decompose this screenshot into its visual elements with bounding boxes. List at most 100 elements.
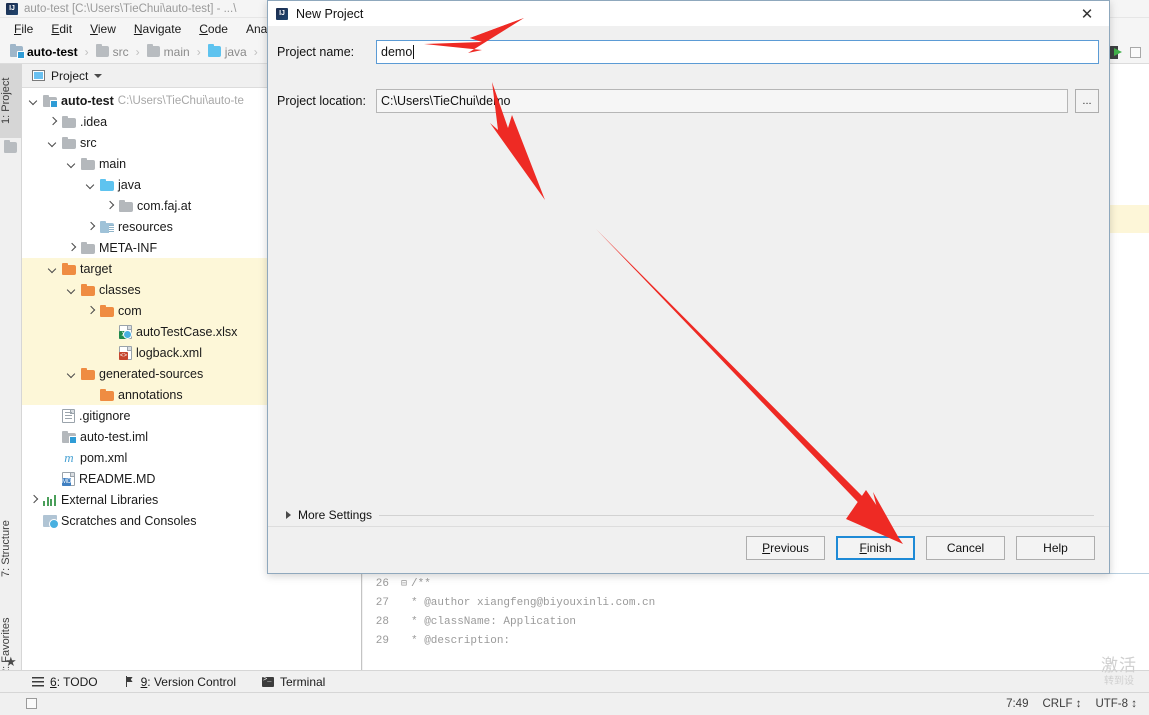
breadcrumb-item-auto-test[interactable]: auto-test: [6, 44, 82, 60]
line-number: 29: [375, 634, 389, 647]
new-project-dialog: New Project ✕ Project name: demo Project…: [267, 0, 1110, 574]
breadcrumb-item-src[interactable]: src: [92, 44, 133, 60]
bottom-tab-terminal[interactable]: Terminal: [262, 675, 325, 689]
chevron-down-icon[interactable]: [47, 137, 58, 148]
menu-item-edit[interactable]: Edit: [43, 20, 80, 38]
toolbar-button-icon[interactable]: [1130, 46, 1141, 58]
breadcrumb-separator-icon: ›: [135, 44, 140, 59]
line-number: 28: [375, 615, 389, 628]
chevron-down-icon[interactable]: [66, 158, 77, 169]
code-fold-icon[interactable]: ⊟: [397, 578, 411, 590]
star-icon: ★: [5, 654, 17, 669]
project-view-icon: [32, 70, 45, 81]
chevron-right-icon[interactable]: [47, 116, 58, 127]
caret-position[interactable]: 7:49: [1006, 698, 1028, 710]
markdown-file-icon: MD: [62, 471, 75, 486]
close-icon[interactable]: ✕: [1065, 1, 1109, 26]
tree-node-label: resources: [118, 219, 173, 234]
bottom-tab-label: Terminal: [280, 674, 326, 689]
tree-node-label: com.faj.at: [137, 198, 192, 213]
line-separator[interactable]: CRLF ↕: [1042, 698, 1081, 710]
run-with-coverage-icon[interactable]: [1109, 45, 1123, 59]
chevron-right-icon[interactable]: [66, 242, 77, 253]
project-name-input[interactable]: demo: [376, 40, 1099, 64]
resources-folder-icon: [100, 220, 114, 233]
tree-node-label: External Libraries: [61, 492, 159, 507]
project-location-row: Project location: C:\Users\TieChui\demo …: [277, 89, 1101, 113]
maven-file-icon: m: [64, 449, 74, 465]
editor-code-lines: 26 ⊟/** 27 * @author xiangfeng@biyouxinli.c…: [363, 573, 1149, 647]
breadcrumb-item-java[interactable]: java: [204, 44, 251, 60]
more-settings-label: More Settings: [298, 508, 373, 522]
sidebar-item-project[interactable]: 1: Project: [0, 64, 22, 138]
tree-node-label: README.MD: [79, 471, 156, 486]
folder-icon: [81, 241, 95, 254]
iml-file-icon: [62, 430, 77, 444]
breadcrumb-item-main[interactable]: main: [143, 44, 194, 60]
line-number: 26: [375, 577, 389, 590]
browse-location-button[interactable]: ...: [1075, 89, 1099, 113]
line-number: 27: [375, 596, 389, 609]
chevron-right-icon[interactable]: [85, 221, 96, 232]
code-line: 26 ⊟/**: [363, 574, 1149, 593]
project-location-input[interactable]: C:\Users\TieChui\demo: [376, 89, 1068, 113]
chevron-down-icon[interactable]: [85, 179, 96, 190]
left-tool-rail: 1: Project 7: Structure 2: Favorites ★: [0, 64, 22, 676]
divider: [268, 526, 1109, 527]
chevron-down-icon[interactable]: [28, 95, 39, 106]
bottom-tab-version-control[interactable]: 9: Version Control: [124, 675, 236, 689]
code-line: 27 * @author xiangfeng@biyouxinli.com.cn: [363, 593, 1149, 612]
project-location-value: C:\Users\TieChui\demo: [381, 94, 511, 108]
module-folder-icon: [43, 94, 58, 108]
code-line: 29 * @description:: [363, 631, 1149, 650]
sidebar-item-structure[interactable]: 7: Structure: [0, 504, 22, 594]
finish-button[interactable]: Finish: [836, 536, 915, 560]
breadcrumb-label: auto-test: [27, 44, 78, 59]
breadcrumb-separator-icon: ›: [84, 44, 89, 59]
menu-item-view[interactable]: View: [82, 20, 124, 38]
source-folder-icon: [207, 44, 221, 57]
previous-button[interactable]: Previous: [746, 536, 825, 560]
dialog-body: Project name: demo Project location: C:\…: [268, 26, 1109, 574]
more-settings-section[interactable]: More Settings: [286, 508, 1094, 522]
code-line: 28 * @className: Application: [363, 612, 1149, 631]
tree-node-label: src: [80, 135, 97, 150]
excluded-folder-icon: [62, 262, 76, 275]
menu-item-navigate[interactable]: Navigate: [126, 20, 189, 38]
status-bar: 7:49 CRLF ↕ UTF-8 ↕: [0, 692, 1149, 715]
cancel-button[interactable]: Cancel: [926, 536, 1005, 560]
chevron-down-icon[interactable]: [66, 368, 77, 379]
code-text: * @className: Application: [411, 615, 577, 628]
tree-node-label: java: [118, 177, 141, 192]
chevron-down-icon[interactable]: [94, 73, 103, 78]
menu-item-file[interactable]: File: [6, 20, 41, 38]
tree-node-label: .gitignore: [79, 408, 131, 423]
excluded-folder-icon: [100, 304, 114, 317]
help-button[interactable]: Help: [1016, 536, 1095, 560]
scratches-icon: [43, 514, 59, 529]
menu-item-code[interactable]: Code: [191, 20, 236, 38]
chevron-down-icon[interactable]: [66, 284, 77, 295]
chevron-right-icon[interactable]: [28, 494, 39, 505]
chevron-right-icon: [286, 511, 291, 519]
ide-window-title: auto-test [C:\Users\TieChui\auto-test] -…: [24, 2, 237, 15]
code-text: * @author xiangfeng@biyouxinli.com.cn: [411, 596, 656, 609]
tree-node-label: META-INF: [99, 240, 158, 255]
chevron-right-icon[interactable]: [85, 305, 96, 316]
bottom-tab-todo[interactable]: 6: TODO: [32, 675, 98, 689]
chevron-right-icon[interactable]: [104, 200, 115, 211]
module-folder-icon: [10, 44, 25, 59]
code-text: /**: [411, 577, 431, 590]
status-toggle-icon[interactable]: [26, 698, 37, 709]
folder-icon: [62, 136, 76, 149]
file-encoding[interactable]: UTF-8 ↕: [1095, 698, 1137, 710]
xml-file-icon: <>: [119, 345, 132, 360]
chevron-down-icon[interactable]: [47, 263, 58, 274]
tree-node-path: C:\Users\TieChui\auto-te: [117, 94, 244, 107]
excluded-folder-icon: [81, 283, 95, 296]
xlsx-file-icon: X: [119, 324, 132, 339]
